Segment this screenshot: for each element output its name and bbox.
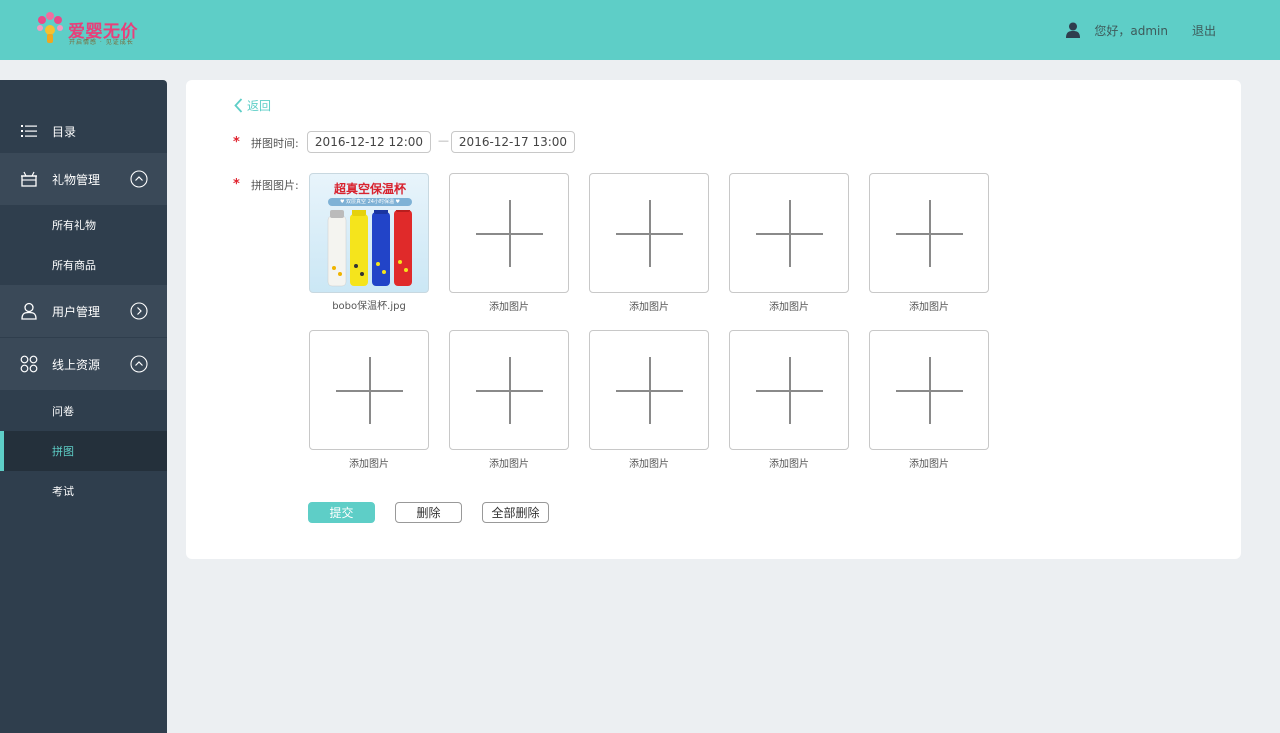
plus-icon — [509, 200, 511, 267]
add-image-caption: 添加图片 — [909, 302, 949, 313]
chevron-right-icon[interactable] — [130, 302, 148, 320]
chevron-up-icon[interactable] — [130, 170, 148, 188]
sidebar-item-label: 问卷 — [52, 405, 74, 418]
add-image-caption: 添加图片 — [349, 459, 389, 470]
plus-icon — [649, 200, 651, 267]
sidebar-item-label: 目录 — [52, 124, 77, 139]
gift-box-icon — [21, 171, 37, 187]
sidebar-group-label: 用户管理 — [52, 304, 101, 319]
end-time-input[interactable]: 2016-12-17 13:00 — [451, 131, 575, 153]
plus-icon — [929, 200, 931, 267]
add-image-caption: 添加图片 — [769, 302, 809, 313]
sidebar-item-catalog[interactable]: 目录 — [0, 106, 167, 156]
add-image-caption: 添加图片 — [489, 459, 529, 470]
add-image-slot[interactable] — [729, 173, 849, 293]
sidebar-item-survey[interactable]: 问卷 — [0, 391, 167, 431]
add-image-caption: 添加图片 — [629, 302, 669, 313]
add-image-slot[interactable] — [449, 330, 569, 450]
list-icon — [21, 125, 37, 137]
add-image-slot[interactable] — [589, 330, 709, 450]
add-image-caption: 添加图片 — [909, 459, 949, 470]
sidebar-group-gifts[interactable]: 礼物管理 — [0, 153, 167, 205]
sidebar-item-label: 所有商品 — [52, 259, 96, 272]
sidebar-group-users[interactable]: 用户管理 — [0, 285, 167, 337]
add-image-slot[interactable] — [729, 330, 849, 450]
plus-icon — [369, 357, 371, 424]
user-greeting: 您好，admin — [1094, 23, 1168, 38]
chevron-up-icon[interactable] — [130, 355, 148, 373]
sidebar-item-puzzle[interactable]: 拼图 — [0, 431, 167, 471]
delete-all-button[interactable]: 全部删除 — [482, 502, 549, 523]
sidebar-item-label: 所有礼物 — [52, 219, 96, 232]
logo-slogan: 开启情感 · 见证成长 — [69, 39, 134, 46]
uploaded-image-thumbnail[interactable]: 超真空保温杯 ♥ 双层真空 24小时保温 ♥ — [309, 173, 429, 293]
plus-icon — [929, 357, 931, 424]
add-image-slot[interactable] — [869, 173, 989, 293]
plus-icon — [789, 200, 791, 267]
uploaded-filename: bobo保温杯.jpg — [332, 301, 406, 312]
sidebar-group-label: 线上资源 — [52, 357, 101, 372]
puzzle-form-card: 返回 * 拼图时间: 2016-12-12 12:00 — 2016-12-17… — [186, 80, 1241, 559]
date-range-separator: — — [438, 134, 449, 147]
sidebar: 目录 礼物管理 所有礼物 所有商品 用户管理 线上资源 问卷 拼图 考试 — [0, 80, 167, 733]
add-image-slot[interactable] — [589, 173, 709, 293]
add-image-caption: 添加图片 — [769, 459, 809, 470]
thermos-bottles-image — [327, 210, 412, 287]
delete-button[interactable]: 删除 — [395, 502, 462, 523]
chevron-left-icon — [234, 98, 243, 113]
puzzle-time-label: 拼图时间: — [251, 137, 299, 150]
user-area: 您好，admin 退出 — [1066, 21, 1216, 39]
sidebar-group-label: 礼物管理 — [52, 172, 101, 187]
sidebar-item-label: 考试 — [52, 485, 74, 498]
preview-subtitle: ♥ 双层真空 24小时保温 ♥ — [328, 198, 412, 206]
add-image-slot[interactable] — [869, 330, 989, 450]
add-image-slot[interactable] — [309, 330, 429, 450]
logout-link[interactable]: 退出 — [1192, 22, 1216, 39]
plus-icon — [789, 357, 791, 424]
grid-circles-icon — [20, 355, 38, 373]
top-header: 爱婴无价 开启情感 · 见证成长 您好，admin 退出 — [0, 0, 1280, 60]
back-label: 返回 — [247, 99, 272, 113]
add-image-caption: 添加图片 — [629, 459, 669, 470]
sidebar-group-online-resources[interactable]: 线上资源 — [0, 338, 167, 390]
required-mark: * — [233, 135, 240, 150]
logo-heart-icon — [37, 12, 63, 43]
plus-icon — [649, 357, 651, 424]
add-image-slot[interactable] — [449, 173, 569, 293]
logo[interactable]: 爱婴无价 开启情感 · 见证成长 — [36, 12, 146, 48]
back-link[interactable]: 返回 — [234, 97, 271, 114]
add-image-caption: 添加图片 — [489, 302, 529, 313]
sidebar-item-all-products[interactable]: 所有商品 — [0, 245, 167, 285]
user-outline-icon — [21, 302, 37, 320]
sidebar-item-all-gifts[interactable]: 所有礼物 — [0, 205, 167, 245]
submit-button[interactable]: 提交 — [308, 502, 375, 523]
user-icon — [1066, 22, 1081, 38]
required-mark: * — [233, 177, 240, 192]
puzzle-image-label: 拼图图片: — [251, 179, 299, 192]
sidebar-item-exam[interactable]: 考试 — [0, 471, 167, 511]
sidebar-item-label: 拼图 — [52, 445, 74, 458]
start-time-input[interactable]: 2016-12-12 12:00 — [307, 131, 431, 153]
plus-icon — [509, 357, 511, 424]
preview-title: 超真空保温杯 — [333, 182, 406, 196]
